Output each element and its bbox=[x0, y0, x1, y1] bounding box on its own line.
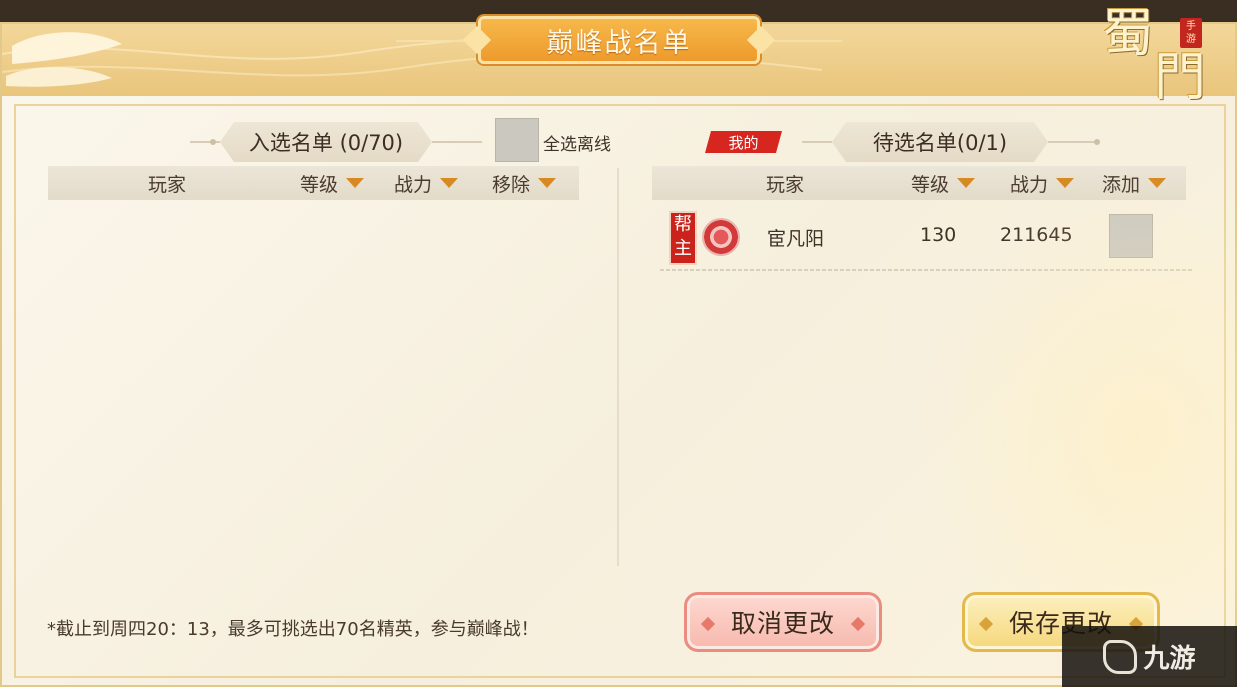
diamond-decor-icon bbox=[978, 616, 994, 632]
game-logo-seal: 手游 bbox=[1180, 18, 1202, 48]
section-decor-line bbox=[432, 141, 482, 143]
diamond-decor-icon bbox=[850, 616, 866, 632]
sort-caret-icon bbox=[1148, 178, 1167, 188]
column-header-power[interactable]: 战力 bbox=[394, 166, 459, 200]
player-power: 211645 bbox=[1000, 224, 1073, 246]
sort-caret-icon bbox=[1056, 178, 1075, 188]
player-level: 130 bbox=[920, 224, 957, 246]
select-all-offline-label: 全选离线 bbox=[543, 135, 611, 155]
watermark-text: 九游 bbox=[1143, 644, 1196, 674]
player-name: 宦凡阳 bbox=[767, 228, 825, 250]
section-decor-dot bbox=[1094, 139, 1100, 145]
row-separator bbox=[660, 269, 1192, 271]
cancel-changes-button[interactable]: 取消更改 bbox=[684, 592, 882, 652]
title-decor-line-right bbox=[772, 40, 842, 42]
column-header-player[interactable]: 玩家 bbox=[766, 166, 804, 200]
section-decor-dot bbox=[210, 139, 216, 145]
sort-caret-icon bbox=[346, 178, 365, 188]
column-header-remove[interactable]: 移除 bbox=[492, 166, 557, 200]
cancel-button-label: 取消更改 bbox=[730, 609, 835, 638]
pending-table-header: 玩家 等级 战力 添加 bbox=[652, 166, 1186, 200]
deadline-note: *截止到周四20：13，最多可挑选出70名精英，参与巅峰战！ bbox=[47, 619, 539, 640]
game-logo: 蜀 門 手游 bbox=[1096, 6, 1220, 110]
watermark-logo-icon bbox=[1103, 639, 1138, 674]
column-divider bbox=[617, 168, 619, 566]
column-header-power[interactable]: 战力 bbox=[1010, 166, 1075, 200]
section-decor-line bbox=[1048, 141, 1098, 143]
selected-table-header: 玩家 等级 战力 移除 bbox=[48, 166, 579, 200]
column-header-player[interactable]: 玩家 bbox=[148, 166, 186, 200]
add-player-checkbox[interactable] bbox=[1109, 214, 1153, 258]
title-plate: 巅峰战名单 bbox=[478, 16, 760, 64]
game-logo-char-1: 蜀 bbox=[1102, 4, 1155, 64]
column-header-level[interactable]: 等级 bbox=[300, 166, 365, 200]
section-decor-line bbox=[802, 141, 832, 143]
title-decor-line-left bbox=[396, 40, 466, 42]
mine-tag-label: 我的 bbox=[728, 133, 759, 152]
column-header-add[interactable]: 添加 bbox=[1102, 166, 1167, 200]
site-watermark: 九游 bbox=[1062, 626, 1237, 687]
page-title: 巅峰战名单 bbox=[546, 27, 692, 59]
select-all-offline-checkbox[interactable] bbox=[495, 118, 539, 162]
sort-caret-icon bbox=[957, 178, 976, 188]
guild-leader-badge: 帮主 bbox=[669, 211, 697, 265]
diamond-decor-icon bbox=[700, 616, 716, 632]
column-header-level[interactable]: 等级 bbox=[911, 166, 976, 200]
sort-caret-icon bbox=[538, 178, 557, 188]
player-avatar[interactable] bbox=[702, 218, 740, 256]
selected-list-title: 入选名单 (0/70) bbox=[220, 122, 432, 162]
mine-tag[interactable]: 我的 bbox=[705, 131, 782, 153]
pending-list-title: 待选名单(0/1) bbox=[832, 122, 1048, 162]
sort-caret-icon bbox=[440, 178, 459, 188]
game-logo-char-2: 門 bbox=[1154, 48, 1207, 108]
